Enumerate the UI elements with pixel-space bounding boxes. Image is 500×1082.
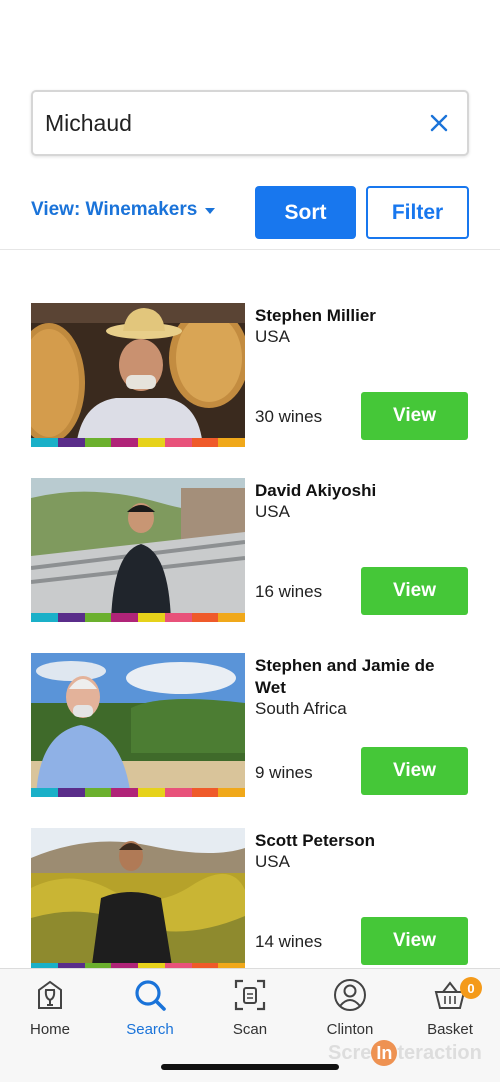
winemaker-photo[interactable] [31,303,245,447]
stripe-segment [31,438,58,447]
divider [0,249,500,250]
results-controls: View: Winemakers Sort Filter [31,186,469,240]
wine-count: 14 wines [255,932,323,951]
wine-count: 9 wines [255,763,313,782]
winemaker-country: USA [255,502,290,521]
winemaker-card: Scott Peterson USA 14 wines View [31,828,469,968]
winemaker-results-list[interactable]: Stephen Millier USA 30 wines View David … [0,303,500,968]
winemaker-name: Stephen Millier [255,306,376,325]
tab-account[interactable]: Clinton [300,977,400,1041]
stripe-segment [191,438,219,447]
stripe-segment [164,613,192,622]
tab-basket[interactable]: 0 Basket [400,977,500,1041]
stripe-segment [218,613,245,622]
color-stripe [31,613,245,622]
winemaker-name: Scott Peterson [255,831,375,850]
view-button[interactable]: View [361,917,468,965]
watermark-text-after: teraction [397,1042,482,1064]
winemaker-card: Stephen Millier USA 30 wines View [31,303,469,448]
watermark-text-before: Scre [328,1042,372,1064]
winemaker-name: David Akiyoshi [255,481,377,500]
stripe-segment [191,613,219,622]
winemaker-country: USA [255,327,290,346]
clear-icon[interactable] [423,107,455,139]
stripe-segment [84,788,112,797]
view-button[interactable]: View [361,567,468,615]
tab-label: Basket [427,1021,473,1038]
color-stripe [31,438,245,447]
view-button[interactable]: View [361,747,468,795]
scan-icon [232,977,268,1013]
view-selector[interactable]: View: Winemakers [31,199,216,221]
stripe-segment [57,788,85,797]
stripe-segment [31,788,58,797]
search-icon [132,977,168,1013]
winemaker-card: David Akiyoshi USA 16 wines View [31,478,469,623]
winemaker-name: Stephen and Jamie de Wet [255,656,435,697]
stripe-segment [57,613,85,622]
filter-button[interactable]: Filter [366,186,469,239]
chevron-down-icon [205,208,216,214]
tab-label: Home [29,1021,70,1038]
user-icon [332,977,368,1013]
view-selector-label: View: Winemakers [31,199,198,220]
home-indicator [161,1064,339,1070]
stripe-segment [84,438,112,447]
winemaker-country: South Africa [255,699,347,718]
winemaker-card: Stephen and Jamie de Wet South Africa 9 … [31,653,469,798]
stripe-segment [164,438,192,447]
stripe-segment [191,788,219,797]
stripe-segment [138,438,165,447]
stripe-segment [138,613,165,622]
wine-glass-icon [32,977,68,1013]
stripe-segment [111,613,138,622]
tab-label: Search [126,1021,174,1038]
tab-label: Scan [232,1021,268,1038]
winemaker-photo[interactable] [31,653,245,797]
color-stripe [31,788,245,797]
tab-scan[interactable]: Scan [200,977,300,1041]
winemaker-photo[interactable] [31,478,245,622]
stripe-segment [84,613,112,622]
stripe-segment [31,613,58,622]
stripe-segment [218,788,245,797]
search-input[interactable] [45,109,423,137]
stripe-segment [164,788,192,797]
watermark-text-dot: In [371,1040,398,1066]
stripe-segment [218,438,245,447]
sort-button[interactable]: Sort [255,186,356,239]
basket-count-badge: 0 [460,977,482,999]
stripe-segment [138,788,165,797]
stripe-segment [111,438,138,447]
tab-label: Clinton [326,1021,374,1038]
tab-search[interactable]: Search [100,977,200,1041]
wine-count: 30 wines [255,407,323,426]
tab-home[interactable]: Home [0,977,100,1041]
search-box[interactable] [31,90,469,156]
watermark: Scre In teraction [328,1040,482,1066]
winemaker-photo[interactable] [31,828,245,968]
stripe-segment [111,788,138,797]
view-button[interactable]: View [361,392,468,440]
winemaker-country: USA [255,852,290,871]
stripe-segment [57,438,85,447]
wine-count: 16 wines [255,582,323,601]
